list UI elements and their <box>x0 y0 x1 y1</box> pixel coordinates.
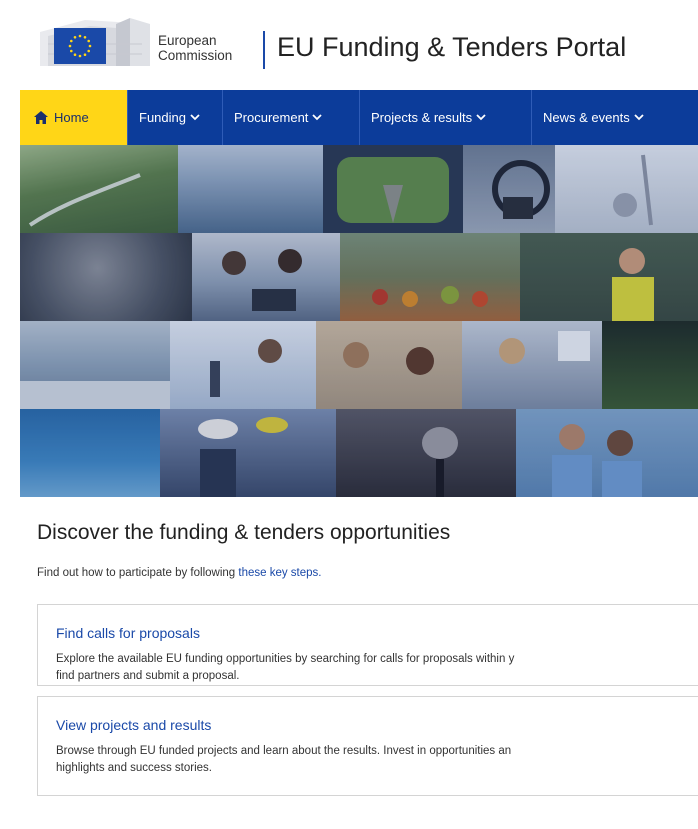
chevron-down-icon <box>312 112 323 124</box>
european-commission-logo[interactable] <box>30 14 155 72</box>
photo-scientist-screen <box>462 321 602 409</box>
nav-item-projects-results[interactable]: Projects & results <box>360 90 532 145</box>
photo-smoke-fire <box>20 233 192 321</box>
nav-item-funding[interactable]: Funding <box>128 90 223 145</box>
nav-item-label: Projects & results <box>371 110 473 125</box>
card-description-line: Explore the available EU funding opportu… <box>56 653 515 665</box>
card-description: Browse through EU funded projects and le… <box>56 743 698 777</box>
nav-item-label: Procurement <box>234 110 309 125</box>
key-steps-link[interactable]: these key steps. <box>238 567 321 579</box>
photo-justice-statue <box>555 145 698 233</box>
card-find-calls[interactable]: Find calls for proposals Explore the ava… <box>37 604 698 686</box>
nav-item-label: Funding <box>139 110 186 125</box>
card-title-link[interactable]: View projects and results <box>56 717 211 733</box>
org-line-1: European <box>158 33 217 48</box>
photo-worker-safety-vest <box>520 233 698 321</box>
main-navigation: Home Funding Procurement Projects & resu… <box>20 90 698 145</box>
photo-train-window <box>323 145 463 233</box>
org-line-2: Commission <box>158 48 233 63</box>
site-header: European Commission EU Funding & Tenders… <box>0 0 698 90</box>
photo-flood-sandbags <box>20 321 170 409</box>
header-divider <box>263 31 265 69</box>
photo-volunteers-blue-shirts <box>516 409 698 497</box>
portal-title[interactable]: EU Funding & Tenders Portal <box>277 32 626 63</box>
intro-text: Find out how to participate by following… <box>37 567 321 579</box>
photo-conference-crowd <box>178 145 323 233</box>
page-title: Discover the funding & tenders opportuni… <box>37 521 451 544</box>
photo-landscape-river <box>20 145 178 233</box>
photo-children-learning <box>316 321 462 409</box>
nav-item-label: News & events <box>543 110 630 125</box>
card-title-link[interactable]: Find calls for proposals <box>56 625 200 641</box>
nav-item-label: Home <box>54 110 89 125</box>
photo-lab-microscope <box>170 321 316 409</box>
card-description-line: find partners and submit a proposal. <box>56 670 240 682</box>
photo-greenhouse-plants <box>602 321 698 409</box>
card-description-line: Browse through EU funded projects and le… <box>56 745 512 757</box>
card-view-projects[interactable]: View projects and results Browse through… <box>37 696 698 796</box>
chevron-down-icon <box>634 112 644 124</box>
chevron-down-icon <box>190 112 200 124</box>
chevron-down-icon <box>476 112 486 124</box>
eu-flag-icon <box>54 28 106 64</box>
photo-researchers-laptop <box>192 233 340 321</box>
card-description: Explore the available EU funding opportu… <box>56 651 698 685</box>
hero-photo-mosaic <box>20 145 698 497</box>
nav-item-news-events[interactable]: News & events <box>532 90 698 145</box>
photo-camera-ringlight <box>463 145 555 233</box>
photo-vegetable-market <box>340 233 520 321</box>
intro-text-label: Find out how to participate by following <box>37 567 239 579</box>
card-description-line: highlights and success stories. <box>56 762 212 774</box>
nav-item-home[interactable]: Home <box>20 90 128 145</box>
nav-item-procurement[interactable]: Procurement <box>223 90 360 145</box>
photo-sea-water <box>20 409 160 497</box>
home-icon <box>34 111 48 124</box>
organization-name: European Commission <box>158 33 232 63</box>
photo-auditorium <box>336 409 516 497</box>
photo-engineers-helmets <box>160 409 336 497</box>
